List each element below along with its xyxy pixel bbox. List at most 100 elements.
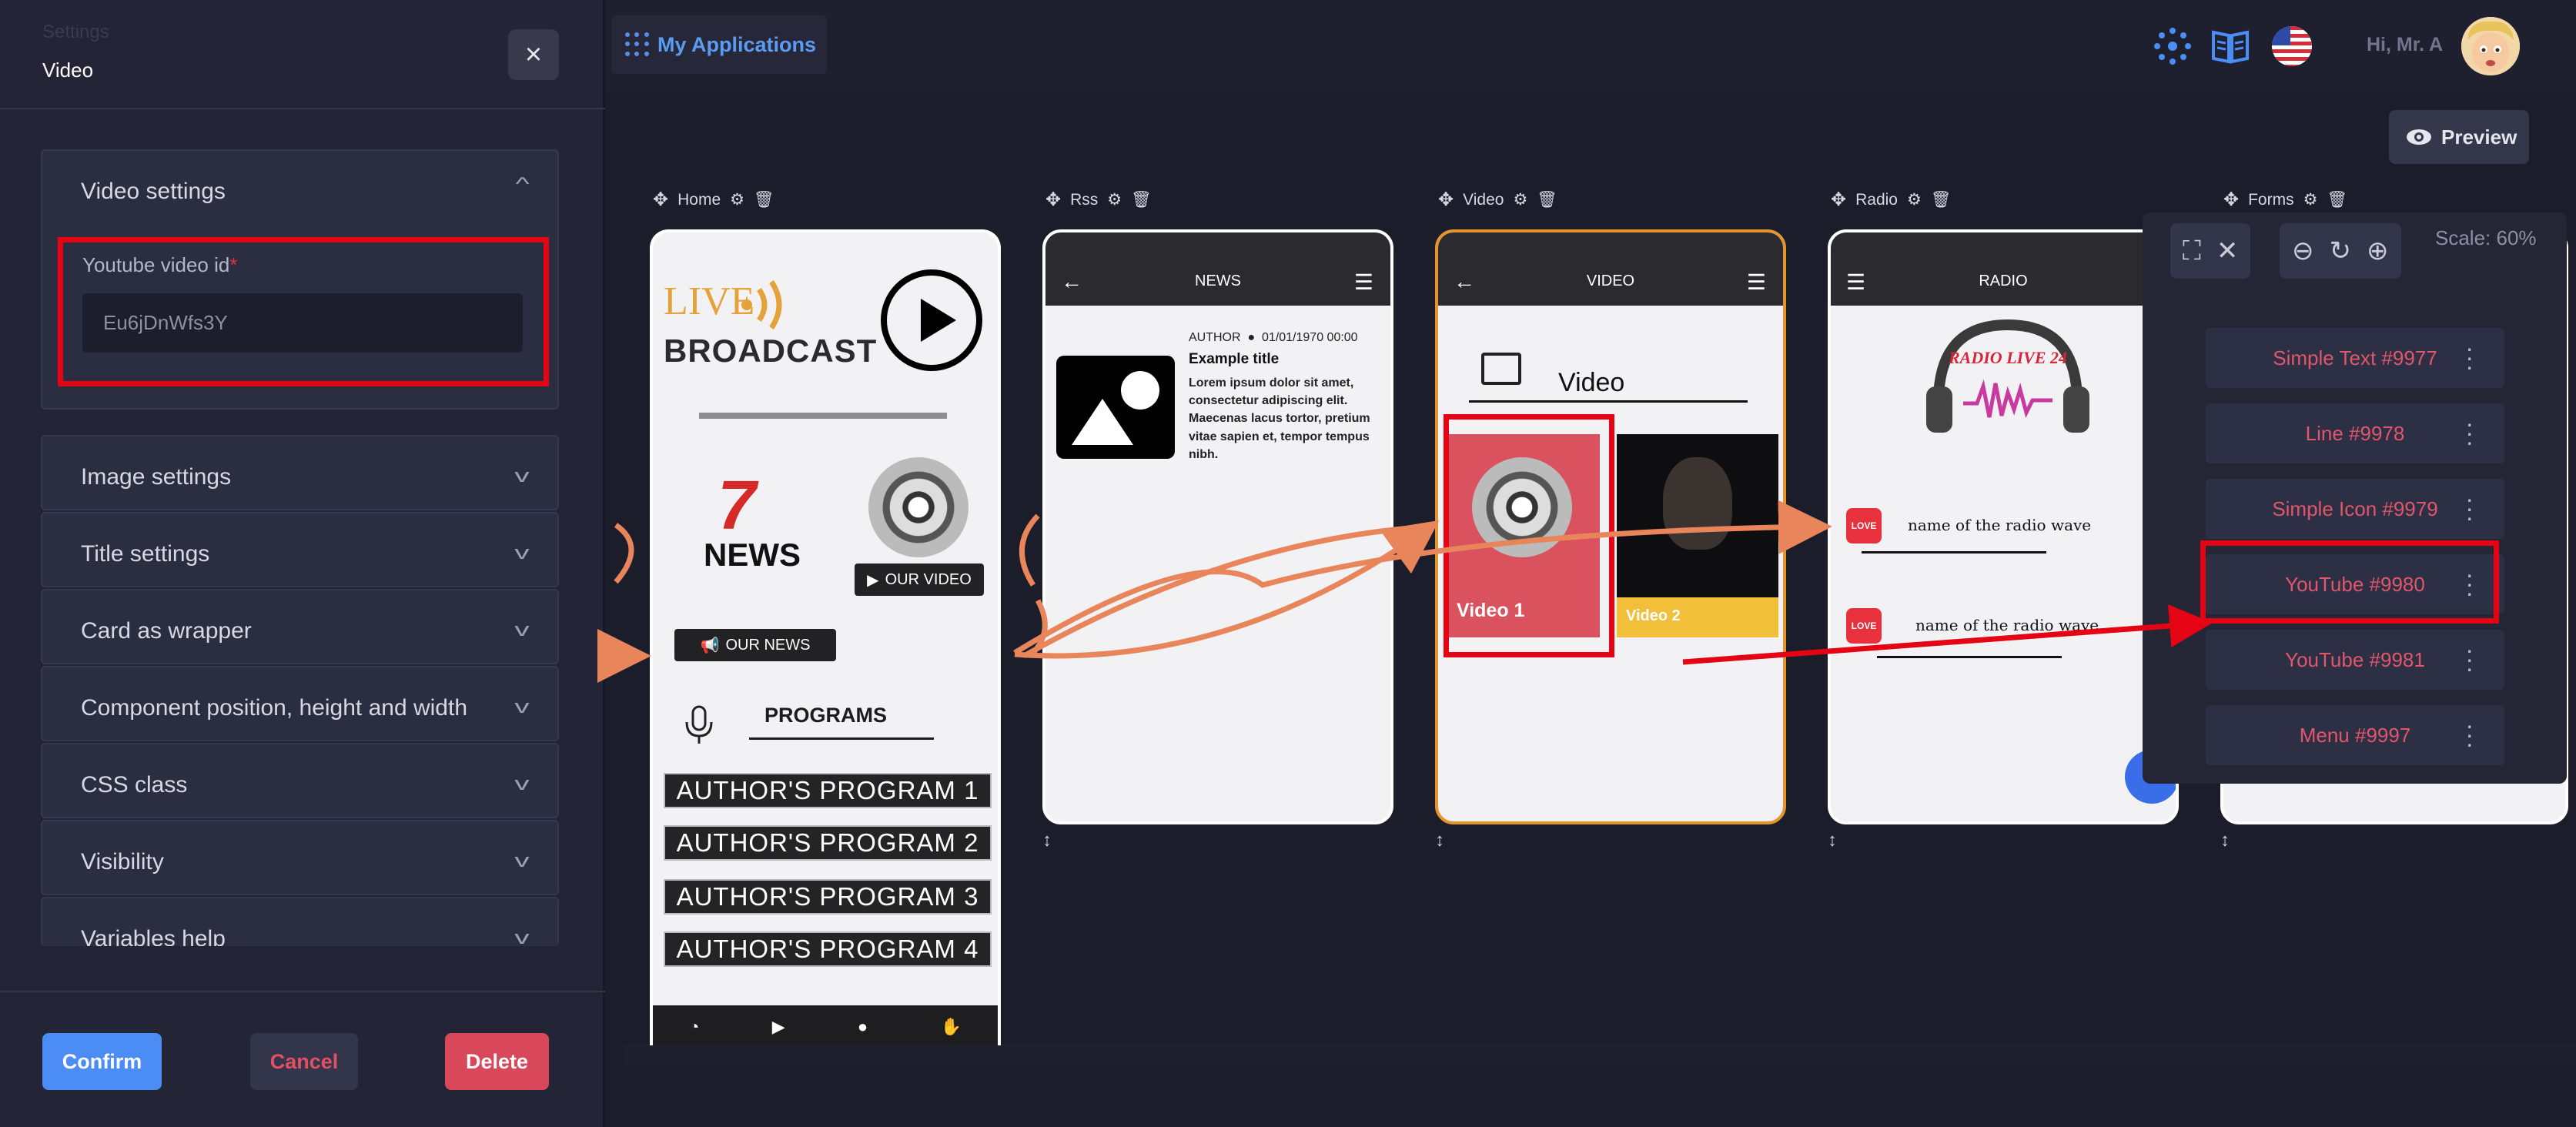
more-vertical-icon[interactable]: · · · [2465,713,2474,756]
chevron-down-icon: v [514,543,530,564]
trash-icon[interactable]: 🗑 [1131,191,1152,209]
program-button-1[interactable]: AUTHOR'S PROGRAM 1 [664,773,992,808]
component-item[interactable]: Line #9978 · · · [2206,403,2504,463]
page-name: Video [1463,190,1504,209]
spinner-icon[interactable] [2151,25,2194,68]
chevron-down-icon: v [514,697,530,717]
love-badge-icon: LOVE [1846,508,1882,543]
move-icon[interactable]: ✥ [1831,189,1846,211]
phone-rss[interactable]: ← NEWS ☰ AUTHOR ● 01/01/1970 00:00 Examp… [1042,229,1393,824]
my-applications-tab[interactable]: My Applications [611,15,827,74]
resize-handle-icon[interactable]: ↕ [1042,830,1052,851]
page-label-rss[interactable]: ✥ Rss ⚙ 🗑 [1045,189,1152,211]
radio-header: ☰ RADIO [1831,232,2176,306]
fullscreen-icon[interactable]: ⛶ [2183,236,2201,266]
more-vertical-icon[interactable]: · · · [2465,336,2474,379]
hand-tab-icon[interactable]: ✋ [940,1017,961,1037]
trash-icon[interactable]: 🗑 [2327,191,2347,209]
phone-home[interactable]: LIVE BROADCAST 7 NEWS ▶ OUR VIDEO 📢 OUR NE… [650,229,1001,1045]
user-avatar[interactable] [2461,17,2520,75]
component-item[interactable]: Simple Icon #9979 · · · [2206,479,2504,539]
component-item[interactable]: YouTube #9981 · · · [2206,630,2504,690]
resize-handle-icon[interactable]: ↕ [1435,830,1444,851]
radio-wave-name: name of the radio wave [1915,616,2099,634]
preview-button[interactable]: Preview [2389,110,2529,164]
page-label-forms[interactable]: ✥ Forms ⚙ 🗑 [2223,189,2347,211]
confirm-button[interactable]: Confirm [42,1033,162,1090]
component-item[interactable]: Menu #9997 · · · [2206,705,2504,765]
video-title: Video [1558,368,1625,397]
canvas-scrollbar[interactable] [624,1043,2576,1066]
youtube-tab-icon[interactable]: ▶ [772,1017,785,1037]
reset-zoom-icon[interactable]: ↻ [2330,236,2352,266]
list-icon[interactable]: ☰ [1747,269,1766,295]
us-flag-icon[interactable] [2270,25,2313,68]
love-badge-icon: LOVE [1846,608,1882,644]
resize-handle-icon[interactable]: ↕ [2220,830,2230,851]
program-button-2[interactable]: AUTHOR'S PROGRAM 2 [664,825,992,861]
section-position[interactable]: Component position, height and width v [41,666,559,741]
section-css-class[interactable]: CSS class v [41,743,559,818]
radio-header-title: RADIO [1979,273,2028,289]
rss-header: ← NEWS ☰ [1045,232,1390,306]
chevron-down-icon: v [514,928,530,946]
trash-icon[interactable]: 🗑 [754,191,774,209]
page-label-radio[interactable]: ✥ Radio ⚙ 🗑 [1831,189,1951,211]
zoom-out-icon[interactable]: ⊖ [2292,236,2314,266]
program-button-4[interactable]: AUTHOR'S PROGRAM 4 [664,931,992,967]
rss-meta: AUTHOR ● 01/01/1970 00:00 [1189,331,1358,344]
our-news-button[interactable]: 📢 OUR NEWS [674,629,836,661]
page-label-home[interactable]: ✥ Home ⚙ 🗑 [653,189,774,211]
rss-item-title[interactable]: Example title [1189,351,1279,368]
more-vertical-icon[interactable]: · · · [2465,411,2474,454]
gear-icon[interactable]: ⚙ [2303,190,2318,209]
program-button-3[interactable]: AUTHOR'S PROGRAM 3 [664,879,992,915]
radio-logo-icon: RADIO LIVE 24 [1926,319,2089,433]
radio-tab-icon[interactable]: ● [858,1017,868,1037]
phone-radio[interactable]: ☰ RADIO RADIO LIVE 24 LOVE name of the r… [1828,229,2179,824]
trash-icon[interactable]: 🗑 [1931,191,1952,209]
greeting: Hi, Mr. A [2367,34,2444,55]
rss-tab-icon[interactable]: ◔ [689,1017,699,1037]
video-card-2[interactable]: Video 2 [1617,434,1778,637]
section-card-wrapper[interactable]: Card as wrapper v [41,589,559,664]
list-icon[interactable]: ☰ [1354,269,1373,295]
play-icon[interactable] [881,269,982,371]
trash-icon[interactable]: 🗑 [1537,191,1557,209]
move-icon[interactable]: ✥ [2223,189,2239,211]
delete-button[interactable]: Delete [445,1033,549,1090]
section-image-settings[interactable]: Image settings v [41,435,559,510]
video-title-underline [1469,400,1748,403]
shrink-icon[interactable]: ✕ [2216,236,2239,266]
news7-logo-icon: 7 [718,467,757,544]
resize-handle-icon[interactable]: ↕ [1828,830,1837,851]
book-icon[interactable] [2210,25,2250,68]
megaphone-icon: 📢 [700,637,720,654]
section-label: Video settings [81,179,226,204]
component-item[interactable]: Simple Text #9977 · · · [2206,328,2504,388]
youtube-id-input[interactable] [82,293,523,353]
more-vertical-icon[interactable]: · · · [2465,637,2474,681]
more-vertical-icon[interactable]: · · · [2465,487,2474,530]
section-variables-help[interactable]: Variables help v [41,897,559,946]
move-icon[interactable]: ✥ [1045,189,1061,211]
zoom-in-icon[interactable]: ⊕ [2367,236,2389,266]
page-label-video[interactable]: ✥ Video ⚙ 🗑 [1438,189,1557,211]
move-icon[interactable]: ✥ [1438,189,1454,211]
gear-icon[interactable]: ⚙ [730,190,744,209]
gear-icon[interactable]: ⚙ [1907,190,1922,209]
gear-icon[interactable]: ⚙ [1513,190,1527,209]
gear-icon[interactable]: ⚙ [1107,190,1122,209]
section-title-settings[interactable]: Title settings v [41,512,559,587]
rss-header-title: NEWS [1195,273,1241,289]
our-video-button[interactable]: ▶ OUR VIDEO [855,564,984,596]
close-button[interactable]: × [508,29,559,80]
radio-row-2[interactable]: LOVE name of the radio wave [1846,605,2176,658]
move-icon[interactable]: ✥ [653,189,668,211]
section-visibility[interactable]: Visibility v [41,820,559,895]
cancel-button[interactable]: Cancel [250,1033,358,1090]
radio-row-1[interactable]: LOVE name of the radio wave [1846,505,2176,553]
eye-icon [2407,129,2431,145]
radio-wave-name: name of the radio wave [1908,516,2092,534]
section-label: Title settings [81,541,210,567]
